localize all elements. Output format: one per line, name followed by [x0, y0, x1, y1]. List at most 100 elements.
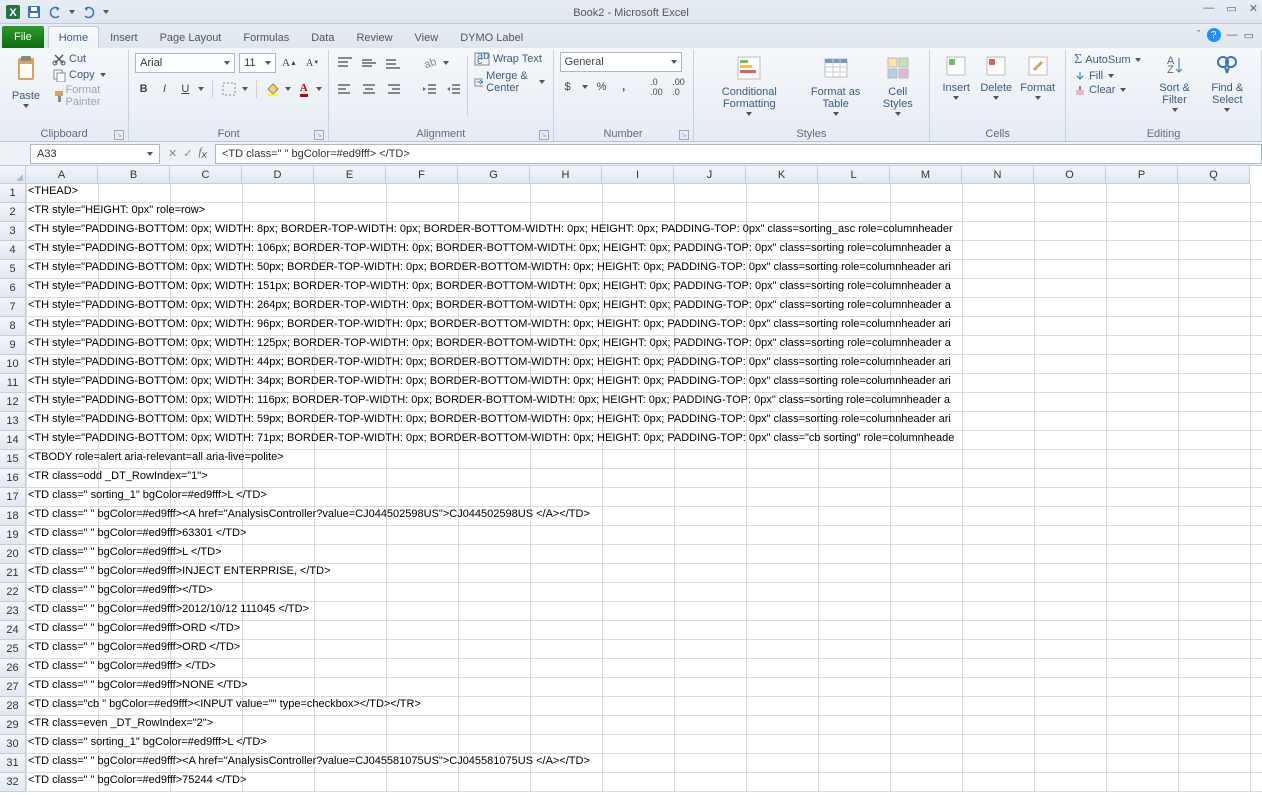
- row-cells[interactable]: <TH style="PADDING-BOTTOM: 0px; WIDTH: 1…: [26, 393, 1262, 412]
- row-cells[interactable]: <TD class=" " bgColor=#ed9fff>NONE </TD>: [26, 678, 1262, 697]
- row-cells[interactable]: <TH style="PADDING-BOTTOM: 0px; WIDTH: 1…: [26, 279, 1262, 298]
- column-header-Q[interactable]: Q: [1178, 166, 1250, 184]
- tab-page-layout[interactable]: Page Layout: [149, 26, 233, 48]
- row-header[interactable]: 13: [0, 412, 26, 431]
- row-header[interactable]: 30: [0, 735, 26, 754]
- borders-icon[interactable]: [221, 79, 238, 99]
- align-top-icon[interactable]: [335, 53, 355, 73]
- spreadsheet-grid[interactable]: ABCDEFGHIJKLMNOPQ 1<THEAD>2<TR style="HE…: [0, 166, 1262, 795]
- row-cells[interactable]: <TD class=" " bgColor=#ed9fff>INJECT ENT…: [26, 564, 1262, 583]
- row-cells[interactable]: <TH style="PADDING-BOTTOM: 0px; WIDTH: 3…: [26, 374, 1262, 393]
- row-header[interactable]: 5: [0, 260, 26, 279]
- column-header-B[interactable]: B: [98, 166, 170, 184]
- undo-icon[interactable]: [46, 3, 64, 21]
- align-right-icon[interactable]: [383, 79, 403, 99]
- number-format-combo[interactable]: General: [560, 52, 682, 72]
- copy-button[interactable]: Copy: [50, 68, 122, 82]
- row-header[interactable]: 25: [0, 640, 26, 659]
- paste-button[interactable]: Paste: [6, 52, 46, 127]
- row-cells[interactable]: <TH style="PADDING-BOTTOM: 0px; WIDTH: 5…: [26, 260, 1262, 279]
- column-header-O[interactable]: O: [1034, 166, 1106, 184]
- font-size-combo[interactable]: 11: [239, 53, 276, 73]
- row-header[interactable]: 17: [0, 488, 26, 507]
- delete-cells-button[interactable]: Delete: [976, 52, 1016, 127]
- font-name-combo[interactable]: Arial: [135, 53, 235, 73]
- increase-indent-icon[interactable]: [443, 79, 463, 99]
- row-header[interactable]: 16: [0, 469, 26, 488]
- formula-input[interactable]: <TD class=" " bgColor=#ed9fff> </TD>: [215, 144, 1262, 164]
- autosum-button[interactable]: ΣAutoSum: [1072, 52, 1143, 68]
- tab-insert[interactable]: Insert: [99, 26, 149, 48]
- fx-icon[interactable]: fx: [198, 146, 207, 161]
- row-cells[interactable]: <TH style="PADDING-BOTTOM: 0px; WIDTH: 9…: [26, 317, 1262, 336]
- row-cells[interactable]: <TH style="PADDING-BOTTOM: 0px; WIDTH: 1…: [26, 336, 1262, 355]
- row-cells[interactable]: <TD class=" " bgColor=#ed9fff><A href="A…: [26, 754, 1262, 773]
- row-cells[interactable]: <TH style="PADDING-BOTTOM: 0px; WIDTH: 7…: [26, 431, 1262, 450]
- fill-button[interactable]: Fill: [1072, 70, 1143, 82]
- row-cells[interactable]: <TD class=" " bgColor=#ed9fff>ORD </TD>: [26, 621, 1262, 640]
- row-header[interactable]: 12: [0, 393, 26, 412]
- align-middle-icon[interactable]: [359, 53, 379, 73]
- align-left-icon[interactable]: [335, 79, 355, 99]
- undo-dropdown-icon[interactable]: [67, 3, 77, 21]
- comma-format-icon[interactable]: ,: [616, 77, 632, 97]
- column-header-C[interactable]: C: [170, 166, 242, 184]
- row-header[interactable]: 22: [0, 583, 26, 602]
- wrap-text-button[interactable]: abcWrap Text: [472, 52, 547, 66]
- format-painter-button[interactable]: Format Painter: [50, 84, 122, 108]
- row-cells[interactable]: <TR class=even _DT_RowIndex="2">: [26, 716, 1262, 735]
- column-header-L[interactable]: L: [818, 166, 890, 184]
- fill-color-icon[interactable]: [264, 79, 281, 99]
- tab-review[interactable]: Review: [345, 26, 403, 48]
- row-header[interactable]: 3: [0, 222, 26, 241]
- row-cells[interactable]: <TBODY role=alert aria-relevant=all aria…: [26, 450, 1262, 469]
- help-icon[interactable]: ?: [1207, 28, 1221, 42]
- underline-icon[interactable]: U: [177, 79, 194, 99]
- row-cells[interactable]: <TD class=" " bgColor=#ed9fff>75244 </TD…: [26, 773, 1262, 792]
- conditional-formatting-button[interactable]: Conditional Formatting: [700, 52, 800, 127]
- accounting-format-icon[interactable]: $: [560, 77, 576, 97]
- row-header[interactable]: 15: [0, 450, 26, 469]
- column-header-G[interactable]: G: [458, 166, 530, 184]
- row-header[interactable]: 26: [0, 659, 26, 678]
- row-header[interactable]: 9: [0, 336, 26, 355]
- row-header[interactable]: 31: [0, 754, 26, 773]
- row-cells[interactable]: <TH style="PADDING-BOTTOM: 0px; WIDTH: 1…: [26, 241, 1262, 260]
- select-all-corner[interactable]: [0, 166, 26, 184]
- row-cells[interactable]: <TD class=" " bgColor=#ed9fff></TD>: [26, 583, 1262, 602]
- font-launcher-icon[interactable]: ↘: [314, 130, 324, 140]
- column-header-D[interactable]: D: [242, 166, 314, 184]
- qat-customize-icon[interactable]: [101, 3, 111, 21]
- tab-data[interactable]: Data: [300, 26, 345, 48]
- row-header[interactable]: 8: [0, 317, 26, 336]
- row-cells[interactable]: <THEAD>: [26, 184, 1262, 203]
- close-icon[interactable]: ✕: [1249, 2, 1258, 15]
- row-cells[interactable]: <TH style="PADDING-BOTTOM: 0px; WIDTH: 5…: [26, 412, 1262, 431]
- cut-button[interactable]: Cut: [50, 52, 122, 66]
- column-header-A[interactable]: A: [26, 166, 98, 184]
- row-cells[interactable]: <TR style="HEIGHT: 0px" role=row>: [26, 203, 1262, 222]
- row-header[interactable]: 29: [0, 716, 26, 735]
- clipboard-launcher-icon[interactable]: ↘: [114, 130, 124, 140]
- format-cells-button[interactable]: Format: [1016, 52, 1059, 127]
- row-header[interactable]: 10: [0, 355, 26, 374]
- align-center-icon[interactable]: [359, 79, 379, 99]
- row-header[interactable]: 11: [0, 374, 26, 393]
- row-cells[interactable]: <TH style="PADDING-BOTTOM: 0px; WIDTH: 8…: [26, 222, 1262, 241]
- row-header[interactable]: 1: [0, 184, 26, 203]
- row-cells[interactable]: <TD class=" " bgColor=#ed9fff> </TD>: [26, 659, 1262, 678]
- row-header[interactable]: 27: [0, 678, 26, 697]
- column-header-M[interactable]: M: [890, 166, 962, 184]
- cell-styles-button[interactable]: Cell Styles: [872, 52, 923, 127]
- column-header-I[interactable]: I: [602, 166, 674, 184]
- tab-dymo-label[interactable]: DYMO Label: [449, 26, 534, 48]
- minimize-icon[interactable]: —: [1203, 2, 1214, 15]
- redo-icon[interactable]: [80, 3, 98, 21]
- format-as-table-button[interactable]: Format as Table: [799, 52, 872, 127]
- row-cells[interactable]: <TD class=" " bgColor=#ed9fff>2012/10/12…: [26, 602, 1262, 621]
- row-cells[interactable]: <TH style="PADDING-BOTTOM: 0px; WIDTH: 4…: [26, 355, 1262, 374]
- merge-center-button[interactable]: Merge & Center: [472, 70, 547, 94]
- row-cells[interactable]: <TD class="cb " bgColor=#ed9fff><INPUT v…: [26, 697, 1262, 716]
- name-box[interactable]: A33: [30, 144, 160, 164]
- row-header[interactable]: 28: [0, 697, 26, 716]
